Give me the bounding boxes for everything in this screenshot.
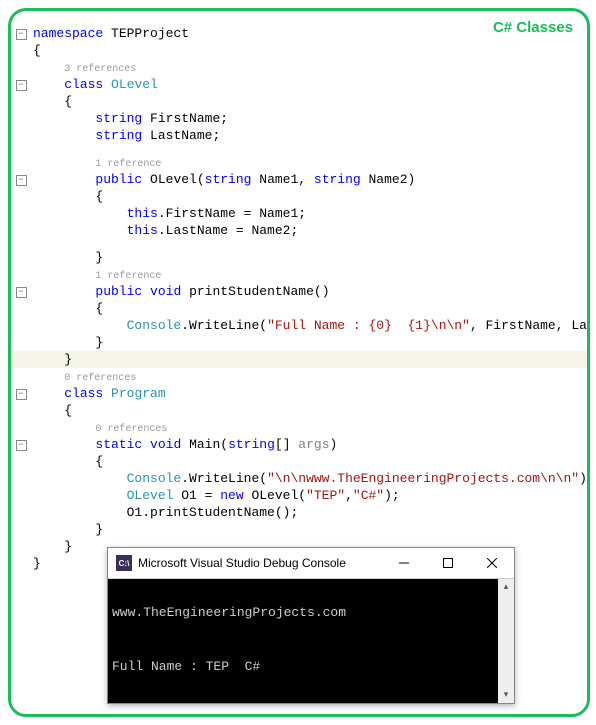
fold-class-program[interactable]: − <box>16 389 27 400</box>
brace: } <box>33 556 41 571</box>
kw-class: class <box>64 77 103 92</box>
stmt-close: ); <box>384 488 400 503</box>
class-program: Program <box>103 386 165 401</box>
comma: , <box>345 488 353 503</box>
brace: } <box>95 250 103 265</box>
ctor-call: OLevel( <box>244 488 306 503</box>
kw-string: string <box>95 128 142 143</box>
console-titlebar[interactable]: C:\ Microsoft Visual Studio Debug Consol… <box>108 548 514 579</box>
paren: ) <box>330 437 338 452</box>
console-title: Microsoft Visual Studio Debug Console <box>138 556 382 570</box>
kw-class: class <box>64 386 103 401</box>
ref-count[interactable]: 0 references <box>64 373 136 384</box>
ref-count[interactable]: 1 reference <box>95 271 161 282</box>
stmt-close: ); <box>579 471 590 486</box>
ref-count[interactable]: 0 references <box>95 424 167 435</box>
brace: } <box>95 335 103 350</box>
fold-print[interactable]: − <box>16 287 27 298</box>
brace: { <box>95 301 103 316</box>
fold-class-olevel[interactable]: − <box>16 80 27 91</box>
fold-namespace[interactable]: − <box>16 29 27 40</box>
brace: } <box>64 539 72 554</box>
console-output[interactable]: www.TheEngineeringProjects.com Full Name… <box>108 579 514 703</box>
debug-console-window: C:\ Microsoft Visual Studio Debug Consol… <box>107 547 515 704</box>
ctor-name: OLevel( <box>142 172 204 187</box>
type-console: Console <box>127 471 182 486</box>
title-badge: C# Classes <box>493 19 573 36</box>
kw-new: new <box>220 488 243 503</box>
kw-namespace: namespace <box>33 26 103 41</box>
brace: { <box>64 403 72 418</box>
fold-ctor[interactable]: − <box>16 175 27 186</box>
type-olevel: OLevel <box>127 488 174 503</box>
param-name1: Name1, <box>251 172 313 187</box>
method-writeline: .WriteLine( <box>181 471 267 486</box>
kw-void: void <box>150 284 181 299</box>
field-firstname: FirstName; <box>142 111 228 126</box>
kw-this: this <box>127 206 158 221</box>
brace: } <box>95 522 103 537</box>
console-line-url: www.TheEngineeringProjects.com <box>112 605 510 623</box>
str-cs: "C#" <box>353 488 384 503</box>
minimize-button[interactable] <box>382 548 426 578</box>
kw-public: public <box>95 284 142 299</box>
kw-this: this <box>127 223 158 238</box>
param-name2: Name2) <box>361 172 416 187</box>
console-icon: C:\ <box>116 555 132 571</box>
console-scrollbar[interactable]: ▴ ▾ <box>498 579 514 703</box>
method-print: printStudentName() <box>181 284 329 299</box>
ref-count[interactable]: 1 reference <box>95 159 161 170</box>
type-console: Console <box>127 318 182 333</box>
var-o1: O1 = <box>173 488 220 503</box>
brace: { <box>95 189 103 204</box>
brace: { <box>64 94 72 109</box>
param-args: args <box>298 437 329 452</box>
class-olevel: OLevel <box>103 77 158 92</box>
kw-string: string <box>314 172 361 187</box>
screenshot-frame: C# Classes −namespace TEPProject { 3 ref… <box>8 8 590 717</box>
method-writeline: .WriteLine( <box>181 318 267 333</box>
call-print: O1.printStudentName(); <box>127 505 299 520</box>
arr-brackets: [] <box>275 437 298 452</box>
ns-name: TEPProject <box>103 26 189 41</box>
scroll-up-icon[interactable]: ▴ <box>498 579 514 595</box>
brace: } <box>64 352 72 367</box>
kw-void: void <box>150 437 181 452</box>
ref-count[interactable]: 3 references <box>64 64 136 75</box>
kw-string: string <box>95 111 142 126</box>
brace: { <box>33 43 41 58</box>
field-lastname: LastName; <box>142 128 220 143</box>
fold-main[interactable]: − <box>16 440 27 451</box>
kw-string: string <box>228 437 275 452</box>
brace: { <box>95 454 103 469</box>
str-fullname: "Full Name : {0} {1}\n\n" <box>267 318 470 333</box>
console-line-fullname: Full Name : TEP C# <box>112 659 510 677</box>
assign-firstname: .FirstName = Name1; <box>158 206 306 221</box>
maximize-button[interactable] <box>426 548 470 578</box>
assign-lastname: .LastName = Name2; <box>158 223 298 238</box>
scroll-down-icon[interactable]: ▾ <box>498 687 514 703</box>
close-button[interactable] <box>470 548 514 578</box>
str-tep: "TEP" <box>306 488 345 503</box>
kw-string: string <box>205 172 252 187</box>
kw-static: static <box>95 437 142 452</box>
method-main: Main( <box>181 437 228 452</box>
code-editor: −namespace TEPProject { 3 references − c… <box>11 11 587 572</box>
args-fullname: , FirstName, LastName); <box>470 318 590 333</box>
kw-public: public <box>95 172 142 187</box>
str-url: "\n\nwww.TheEngineeringProjects.com\n\n" <box>267 471 579 486</box>
